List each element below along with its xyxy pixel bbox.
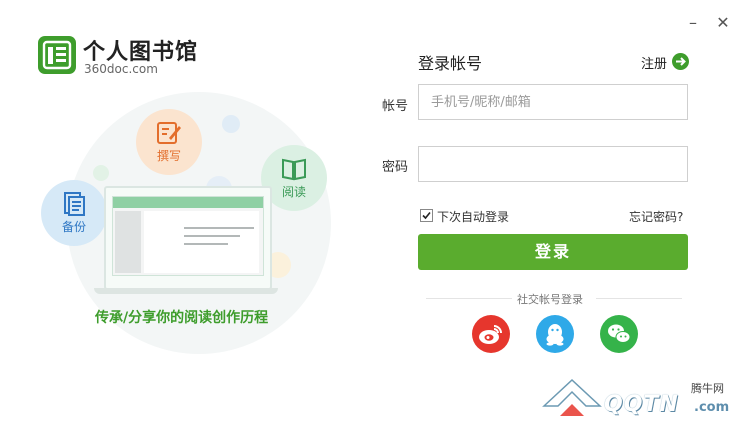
wechat-icon <box>608 324 631 343</box>
watermark-logo-text: QQTN <box>604 392 679 417</box>
divider <box>596 298 682 299</box>
document-icon <box>64 192 85 216</box>
login-button[interactable]: 登录 <box>418 234 688 270</box>
remember-label[interactable]: 下次自动登录 <box>437 208 509 225</box>
decor-dot <box>93 165 109 181</box>
watermark-site: 腾牛网 <box>691 382 724 395</box>
content-line <box>184 243 228 245</box>
feature-write: 撰写 <box>136 109 202 175</box>
account-field-box <box>418 84 688 120</box>
content-line <box>184 235 240 237</box>
book-icon <box>282 158 306 181</box>
content-line <box>184 227 254 229</box>
laptop-illustration <box>104 186 272 290</box>
laptop-screen <box>112 196 264 276</box>
qq-login-button[interactable] <box>536 315 574 353</box>
feature-write-label: 撰写 <box>156 149 181 163</box>
login-title: 登录帐号 <box>418 54 483 73</box>
weibo-login-button[interactable] <box>472 315 510 353</box>
screen-sidebar <box>115 211 141 273</box>
social-login-label: 社交帐号登录 <box>517 293 583 306</box>
watermark-domain: .com <box>694 400 730 415</box>
brand-subtitle: 360doc.com <box>84 62 158 76</box>
checkmark-icon <box>422 211 431 220</box>
illustration-caption: 传承/分享你的阅读创作历程 <box>95 310 269 326</box>
qq-icon <box>546 324 564 346</box>
feature-backup-label: 备份 <box>61 220 86 234</box>
screen-content <box>144 211 259 273</box>
password-input[interactable] <box>419 147 687 181</box>
remember-checkbox[interactable] <box>420 209 433 222</box>
forgot-password-link[interactable]: 忘记密码? <box>629 208 683 225</box>
login-window: – ✕ 个人图书馆 360doc.com 撰写 阅读 备份 传承/分享你的阅读创… <box>0 0 750 423</box>
arrow-right-icon[interactable] <box>672 53 689 70</box>
password-field-box <box>418 146 688 182</box>
account-input[interactable] <box>419 85 687 119</box>
laptop-base <box>94 288 278 294</box>
password-label: 密码 <box>382 160 409 175</box>
divider <box>426 298 512 299</box>
wechat-login-button[interactable] <box>600 315 638 353</box>
screen-header <box>113 197 263 208</box>
register-link[interactable]: 注册 <box>641 53 667 72</box>
minimize-button[interactable]: – <box>684 14 702 32</box>
weibo-icon <box>479 325 502 344</box>
account-label: 帐号 <box>382 99 409 114</box>
decor-dot <box>222 115 240 133</box>
feature-backup: 备份 <box>41 180 107 246</box>
library-logo-icon <box>38 36 76 74</box>
watermark-logo-icon <box>540 376 604 426</box>
edit-icon <box>157 122 181 144</box>
close-button[interactable]: ✕ <box>714 14 732 32</box>
